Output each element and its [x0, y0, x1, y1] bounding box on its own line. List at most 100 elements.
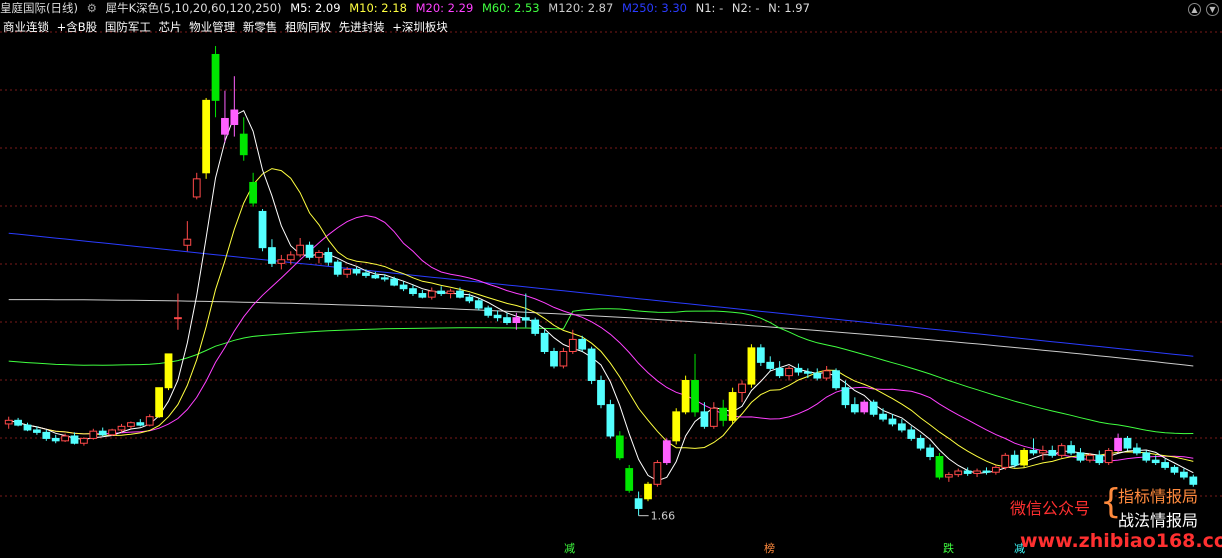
ma-label: M250: 3.30: [621, 1, 687, 15]
candle-body: [860, 401, 869, 413]
candle-body: [1048, 449, 1057, 456]
candle-body: [1095, 454, 1104, 464]
indicator-name[interactable]: 犀牛K深色(5,10,20,60,120,250): [106, 1, 282, 15]
concept-tag[interactable]: 芯片: [159, 20, 182, 34]
candle-body: [427, 290, 436, 298]
candle-body: [145, 416, 154, 426]
signal-marker: 减: [564, 542, 575, 555]
candle-body: [1114, 437, 1122, 451]
candle-body: [662, 440, 671, 464]
n-value: N: 1.97: [768, 1, 810, 15]
candle-body: [1133, 447, 1141, 454]
candle-body: [211, 53, 220, 101]
watermark-right-top: 指标情报局: [1118, 487, 1199, 506]
candle-body: [954, 470, 963, 476]
candle-body: [117, 425, 126, 431]
candle-body: [738, 383, 746, 394]
candle-body: [672, 411, 681, 442]
candle-body: [33, 429, 41, 433]
candle-body: [521, 317, 530, 321]
concept-tag[interactable]: 国防军工: [105, 20, 151, 34]
ma-label: M20: 2.29: [415, 1, 474, 15]
candle-body: [51, 437, 60, 442]
candle-body: [249, 181, 258, 204]
signal-marker: 跌: [943, 542, 954, 555]
candle-body: [756, 347, 765, 363]
candle-body: [409, 288, 417, 295]
candle-body: [89, 430, 98, 439]
candle-body: [286, 254, 295, 261]
candle-body: [1067, 445, 1075, 454]
candle-body: [681, 379, 690, 413]
candle-body: [343, 268, 352, 275]
concept-tag[interactable]: +深圳板块: [392, 20, 448, 34]
stock-title: 皇庭国际(日线): [0, 1, 78, 15]
candle-body: [963, 470, 972, 474]
candle-body: [982, 470, 991, 473]
candle-body: [634, 498, 643, 509]
concept-tag[interactable]: 新零售: [243, 20, 278, 34]
candle-body: [305, 244, 314, 258]
scroll-down-icon[interactable]: ▼: [1206, 3, 1219, 16]
concept-tag[interactable]: 租购同权: [285, 20, 331, 34]
candle-body: [268, 247, 276, 264]
candle-body: [1020, 449, 1028, 466]
candle-body: [822, 370, 831, 379]
candle-body: [926, 447, 934, 458]
candle-body: [399, 284, 408, 290]
concept-tag[interactable]: 先进封装: [339, 20, 385, 34]
candle-body: [850, 404, 859, 413]
candle-body: [991, 466, 1000, 473]
watermark-right-bottom: 战法情报局: [1118, 511, 1199, 530]
candle-body: [512, 317, 521, 324]
candle-body: [230, 109, 239, 126]
candle-body: [888, 418, 897, 425]
candle-body: [155, 387, 164, 418]
candle-body: [803, 371, 812, 374]
candle-body: [719, 407, 728, 421]
candle-body: [832, 370, 840, 389]
candle-body: [98, 430, 107, 436]
candle-body: [446, 290, 455, 295]
candle-body: [14, 419, 22, 426]
candle-body: [531, 319, 540, 334]
candle-body: [371, 274, 380, 279]
ma-label: M5: 2.09: [290, 1, 341, 15]
candle-body: [324, 251, 333, 263]
candle-body: [315, 251, 323, 258]
candle-body: [1085, 454, 1094, 461]
candle-body: [1076, 452, 1085, 461]
candle-body: [1180, 471, 1188, 478]
candle-body: [503, 317, 511, 324]
candle-body: [183, 238, 192, 246]
candle-body: [61, 435, 69, 442]
concept-tag[interactable]: 物业管理: [189, 20, 235, 34]
candle-body: [380, 277, 389, 280]
candle-body: [437, 290, 446, 295]
candlestick-chart[interactable]: 1.66: [0, 0, 1222, 558]
indicator-settings-icon[interactable]: ⚙: [87, 1, 97, 15]
concept-tag[interactable]: +含B股: [57, 20, 98, 34]
concept-tag[interactable]: 商业连锁: [3, 20, 49, 34]
candle-body: [352, 268, 361, 274]
candle-body: [456, 290, 464, 298]
candle-body: [869, 401, 878, 415]
candle-body: [897, 423, 906, 431]
ma-label: M120: 2.87: [548, 1, 614, 15]
candle-body: [1161, 462, 1169, 468]
low-price-label: 1.66: [651, 510, 676, 523]
candle-body: [221, 117, 229, 135]
candle-body: [333, 261, 342, 275]
candle-body: [794, 367, 803, 373]
candle-body: [550, 350, 558, 367]
ma-line-m120: [8, 299, 1194, 367]
candle-body: [841, 387, 850, 406]
ma-line-m250: [8, 232, 1194, 357]
candle-body: [907, 429, 916, 439]
scroll-up-icon[interactable]: ▲: [1188, 3, 1201, 16]
candle-body: [540, 332, 549, 352]
candle-body: [296, 244, 305, 256]
candle-body: [239, 133, 248, 156]
candle-body: [644, 483, 652, 500]
candle-body: [973, 470, 981, 474]
